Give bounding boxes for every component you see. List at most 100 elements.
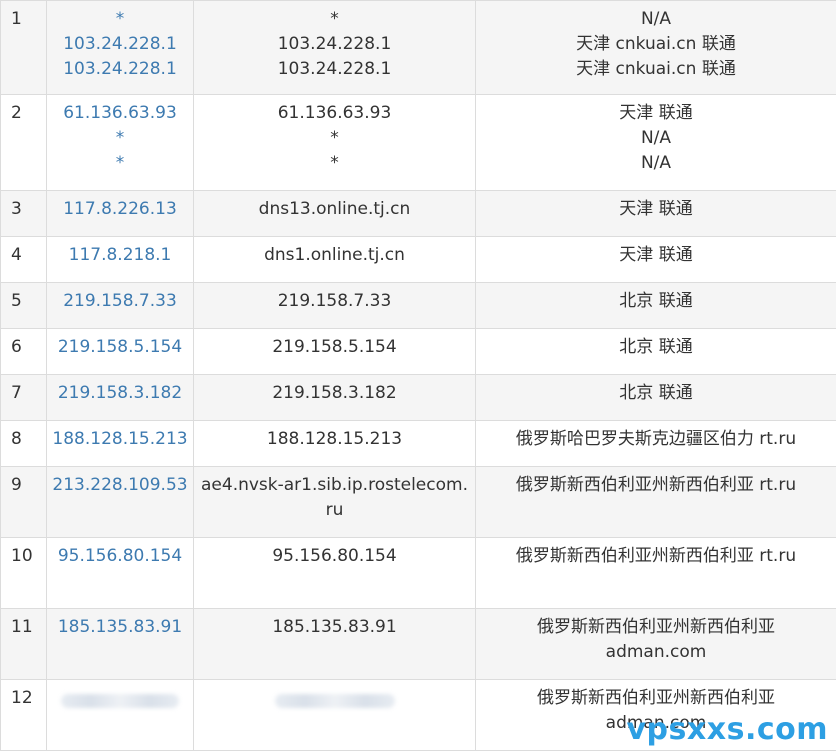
hop-ip[interactable]: 219.158.5.154: [51, 335, 189, 360]
hop-location-cell: 天津 联通: [476, 191, 836, 237]
hop-host: 61.136.63.93: [198, 101, 471, 126]
hop-row: 8188.128.15.213188.128.15.213俄罗斯哈巴罗夫斯克边疆…: [1, 421, 836, 467]
hop-ip[interactable]: 213.228.109.53: [51, 473, 189, 498]
hop-location: 俄罗斯新西伯利亚州新西伯利亚: [480, 686, 832, 711]
hop-ip[interactable]: *: [51, 151, 189, 176]
hop-ip-cell: 219.158.5.154: [47, 329, 194, 375]
hop-host: 95.156.80.154: [198, 544, 471, 569]
hop-host: *: [198, 7, 471, 32]
hop-location: 俄罗斯新西伯利亚州新西伯利亚 rt.ru: [480, 473, 832, 498]
hop-row: 1*103.24.228.1103.24.228.1*103.24.228.11…: [1, 1, 836, 95]
hop-location-cell: 俄罗斯哈巴罗夫斯克边疆区伯力 rt.ru: [476, 421, 836, 467]
hop-row: 6219.158.5.154219.158.5.154北京 联通: [1, 329, 836, 375]
hop-location: 俄罗斯新西伯利亚州新西伯利亚: [480, 615, 832, 640]
hop-ip[interactable]: 219.158.3.182: [51, 381, 189, 406]
hop-location: 北京 联通: [480, 335, 832, 360]
hop-location-cell: 俄罗斯新西伯利亚州新西伯利亚 rt.ru: [476, 467, 836, 538]
hop-location: 天津 cnkuai.cn 联通: [480, 32, 832, 57]
hop-location: N/A: [480, 151, 832, 176]
hop-number: 7: [1, 375, 47, 421]
hop-location-cell: N/A天津 cnkuai.cn 联通天津 cnkuai.cn 联通: [476, 1, 836, 95]
hop-host-cell: [194, 680, 476, 751]
hop-host: 219.158.3.182: [198, 381, 471, 406]
hop-host-cell: 95.156.80.154: [194, 538, 476, 609]
hop-host: *: [198, 126, 471, 151]
hop-ip[interactable]: 117.8.226.13: [51, 197, 189, 222]
hop-ip-cell: 185.135.83.91: [47, 609, 194, 680]
redacted-hop-ip: [61, 694, 179, 708]
hop-location-cell: 天津 联通N/AN/A: [476, 95, 836, 191]
hop-number: 2: [1, 95, 47, 191]
hop-ip[interactable]: 188.128.15.213: [51, 427, 189, 452]
hop-location: adman.com: [480, 640, 832, 665]
hop-location-cell: 天津 联通: [476, 237, 836, 283]
hop-number: 5: [1, 283, 47, 329]
hop-host: dns13.online.tj.cn: [198, 197, 471, 222]
hop-ip[interactable]: 103.24.228.1: [51, 57, 189, 82]
hop-host-cell: dns13.online.tj.cn: [194, 191, 476, 237]
hop-location: 天津 cnkuai.cn 联通: [480, 57, 832, 82]
hop-location: 北京 联通: [480, 289, 832, 314]
hop-number: 4: [1, 237, 47, 283]
hop-number: 3: [1, 191, 47, 237]
hop-location-cell: 北京 联通: [476, 329, 836, 375]
hop-row: 1095.156.80.15495.156.80.154俄罗斯新西伯利亚州新西伯…: [1, 538, 836, 609]
hop-host: *: [198, 151, 471, 176]
hop-row: 9213.228.109.53ae4.nvsk-ar1.sib.ip.roste…: [1, 467, 836, 538]
hop-ip-cell: 213.228.109.53: [47, 467, 194, 538]
hop-row: 4117.8.218.1 dns1.online.tj.cn 天津 联通: [1, 237, 836, 283]
hop-number: 8: [1, 421, 47, 467]
hop-host-cell: 61.136.63.93**: [194, 95, 476, 191]
hop-ip[interactable]: 61.136.63.93: [51, 101, 189, 126]
redacted-hop-host: [275, 694, 395, 708]
hop-host-cell: 185.135.83.91: [194, 609, 476, 680]
hop-row: 11185.135.83.91185.135.83.91俄罗斯新西伯利亚州新西伯…: [1, 609, 836, 680]
hop-ip-cell: 117.8.218.1: [47, 237, 194, 283]
hop-ip[interactable]: 95.156.80.154: [51, 544, 189, 569]
hop-row: 5219.158.7.33219.158.7.33北京 联通: [1, 283, 836, 329]
hop-number: 12: [1, 680, 47, 751]
hop-ip-cell: 219.158.3.182: [47, 375, 194, 421]
hop-ip-cell: 188.128.15.213: [47, 421, 194, 467]
hop-ip-cell: 95.156.80.154: [47, 538, 194, 609]
hop-host-cell: 188.128.15.213: [194, 421, 476, 467]
hop-ip-cell: *103.24.228.1103.24.228.1: [47, 1, 194, 95]
hop-location: 天津 联通: [480, 197, 832, 222]
hop-ip[interactable]: 185.135.83.91: [51, 615, 189, 640]
hop-row: 3117.8.226.13 dns13.online.tj.cn 天津 联通: [1, 191, 836, 237]
hop-row: 261.136.63.93**61.136.63.93**天津 联通N/AN/A: [1, 95, 836, 191]
hop-number: 6: [1, 329, 47, 375]
hop-ip[interactable]: *: [51, 126, 189, 151]
hop-host-cell: 219.158.7.33: [194, 283, 476, 329]
hop-ip-cell: 117.8.226.13: [47, 191, 194, 237]
hop-host: 219.158.7.33: [198, 289, 471, 314]
hop-location: N/A: [480, 126, 832, 151]
hop-number: 11: [1, 609, 47, 680]
hop-location: N/A: [480, 7, 832, 32]
hop-location: 天津 联通: [480, 243, 832, 268]
traceroute-body: 1*103.24.228.1103.24.228.1*103.24.228.11…: [1, 1, 836, 751]
hop-host: dns1.online.tj.cn: [198, 243, 471, 268]
hop-location-cell: 北京 联通: [476, 283, 836, 329]
hop-host: 103.24.228.1: [198, 57, 471, 82]
hop-location-cell: 俄罗斯新西伯利亚州新西伯利亚adman.com: [476, 609, 836, 680]
hop-host-cell: dns1.online.tj.cn: [194, 237, 476, 283]
traceroute-table: 1*103.24.228.1103.24.228.1*103.24.228.11…: [0, 0, 836, 751]
hop-location-cell: 俄罗斯新西伯利亚州新西伯利亚 rt.ru: [476, 538, 836, 609]
hop-location: 俄罗斯哈巴罗夫斯克边疆区伯力 rt.ru: [480, 427, 832, 452]
hop-location: 天津 联通: [480, 101, 832, 126]
hop-number: 1: [1, 1, 47, 95]
hop-host: 103.24.228.1: [198, 32, 471, 57]
hop-location: 俄罗斯新西伯利亚州新西伯利亚 rt.ru: [480, 544, 832, 569]
hop-host: 188.128.15.213: [198, 427, 471, 452]
hop-ip[interactable]: 103.24.228.1: [51, 32, 189, 57]
hop-number: 9: [1, 467, 47, 538]
hop-ip[interactable]: 219.158.7.33: [51, 289, 189, 314]
hop-ip[interactable]: *: [51, 7, 189, 32]
hop-location-cell: 北京 联通: [476, 375, 836, 421]
hop-ip[interactable]: 117.8.218.1: [51, 243, 189, 268]
hop-location: 北京 联通: [480, 381, 832, 406]
hop-ip-cell: [47, 680, 194, 751]
hop-host-cell: ae4.nvsk-ar1.sib.ip.rostelecom.ru: [194, 467, 476, 538]
hop-host-cell: 219.158.3.182: [194, 375, 476, 421]
